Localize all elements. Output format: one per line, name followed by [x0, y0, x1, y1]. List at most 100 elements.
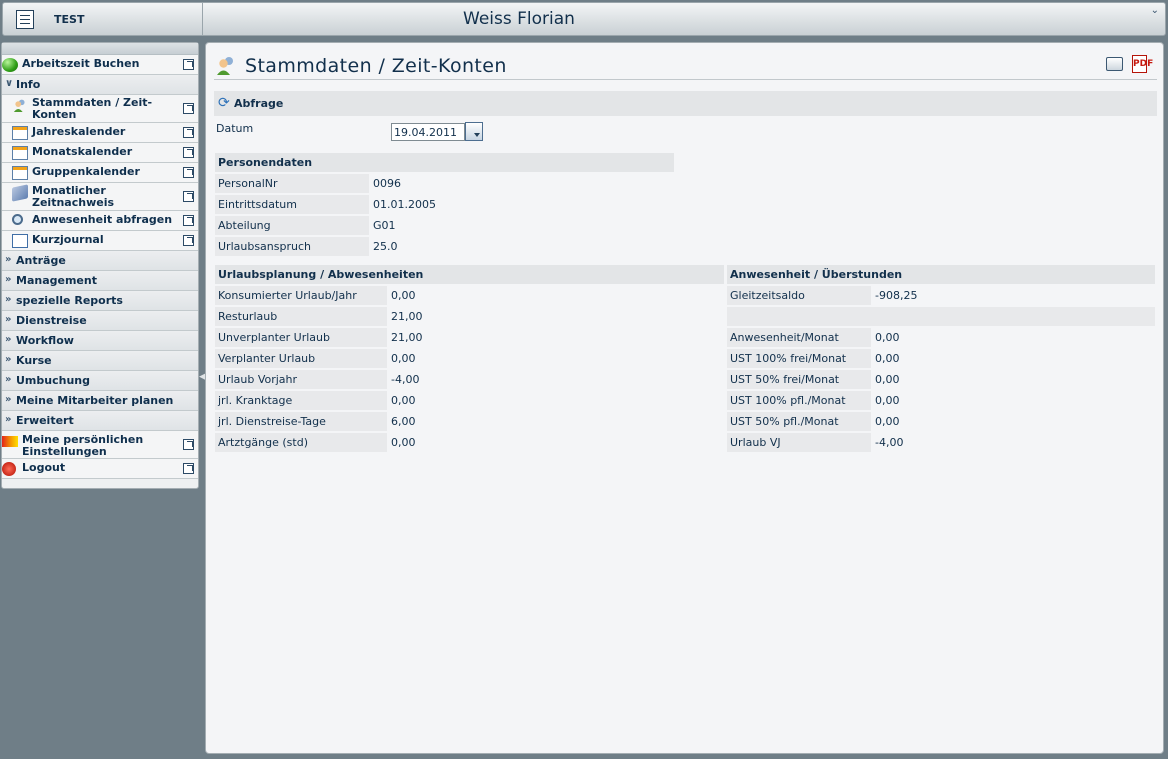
open-external-icon[interactable]	[183, 127, 194, 138]
sidebar-item-label: Gruppenkalender	[32, 165, 140, 178]
query-section-header: ⟳ Abfrage	[214, 91, 1157, 116]
sidebar-item-logout[interactable]: Logout	[2, 459, 198, 479]
open-external-icon[interactable]	[183, 191, 194, 202]
row-key: Artztgänge (std)	[215, 433, 387, 452]
open-external-icon[interactable]	[183, 235, 194, 246]
sidebar-section-spezielle-reports[interactable]: » spezielle Reports	[2, 291, 198, 311]
date-label: Datum	[216, 122, 254, 135]
sidebar-item-einstellungen[interactable]: Meine persönlichen Einstellungen	[2, 431, 198, 459]
table-row: jrl. Kranktage 0,00	[215, 391, 724, 410]
printer-icon[interactable]	[1106, 57, 1123, 71]
page-title: Stammdaten / Zeit-Konten	[245, 55, 507, 77]
table-row: PersonalNr 0096	[215, 174, 674, 193]
table-row: Eintrittsdatum 01.01.2005	[215, 195, 674, 214]
open-external-icon[interactable]	[183, 463, 194, 474]
sidebar-item-label: Stammdaten / Zeit-Konten	[32, 96, 153, 121]
chevron-right-icon: »	[5, 294, 12, 305]
open-external-icon[interactable]	[183, 147, 194, 158]
sidebar-section-workflow[interactable]: » Workflow	[2, 331, 198, 351]
personal-data-header: Personendaten	[215, 153, 674, 172]
open-external-icon[interactable]	[183, 439, 194, 450]
row-key: Urlaubsanspruch	[215, 237, 369, 256]
open-external-icon[interactable]	[183, 103, 194, 114]
table-row: Urlaubsanspruch 25.0	[215, 237, 674, 256]
sidebar-item-arbeitszeit-buchen[interactable]: Arbeitszeit Buchen	[2, 55, 198, 75]
date-picker-button[interactable]	[465, 122, 483, 141]
row-value: 0,00	[871, 349, 1155, 368]
sidebar-item-monatlicher-zeitnachweis[interactable]: Monatlicher Zeitnachweis	[2, 183, 198, 211]
app-logo-icon[interactable]	[16, 10, 34, 29]
table-row: UST 100% pfl./Monat 0,00	[727, 391, 1155, 410]
sidebar-header	[2, 43, 198, 55]
table-row: Verplanter Urlaub 0,00	[215, 349, 724, 368]
open-external-icon[interactable]	[183, 167, 194, 178]
list-icon	[12, 234, 28, 248]
sidebar-section-antraege[interactable]: » Anträge	[2, 251, 198, 271]
row-key: Unverplanter Urlaub	[215, 328, 387, 347]
chevron-right-icon: »	[5, 314, 12, 325]
row-value: 6,00	[387, 412, 724, 431]
sidebar-item-kurzjournal[interactable]: Kurzjournal	[2, 231, 198, 251]
sidebar-item-label: Monatlicher Zeitnachweis	[32, 184, 115, 209]
row-key: Resturlaub	[215, 307, 387, 326]
sidebar-section-label: Kurse	[16, 354, 52, 367]
main-panel: Stammdaten / Zeit-Konten PDF ⟳ Abfrage D…	[205, 42, 1164, 754]
sidebar-section-erweitert[interactable]: » Erweitert	[2, 411, 198, 431]
row-value: 0,00	[387, 391, 724, 410]
row-value: 25.0	[373, 240, 398, 253]
table-row: Gleitzeitsaldo -908,25	[727, 286, 1155, 305]
chevron-right-icon: »	[5, 354, 12, 365]
sidebar-section-management[interactable]: » Management	[2, 271, 198, 291]
top-bar: TEST Weiss Florian ⌄	[2, 2, 1166, 36]
sidebar-section-kurse[interactable]: » Kurse	[2, 351, 198, 371]
sidebar-item-anwesenheit-abfragen[interactable]: Anwesenheit abfragen	[2, 211, 198, 231]
calendar-icon	[12, 126, 28, 140]
row-value: 0,00	[387, 349, 724, 368]
user-group-icon	[13, 99, 25, 112]
sidebar-section-mitarbeiter-planen[interactable]: » Meine Mitarbeiter planen	[2, 391, 198, 411]
open-external-icon[interactable]	[183, 59, 194, 70]
table-row: Konsumierter Urlaub/Jahr 0,00	[215, 286, 724, 305]
row-key: Urlaub VJ	[727, 433, 871, 452]
row-value: 0,00	[387, 433, 724, 452]
sidebar: Arbeitszeit Buchen ∨ Info Stammdaten / Z…	[1, 42, 199, 489]
row-value: 21,00	[387, 307, 724, 326]
sidebar-item-stammdaten[interactable]: Stammdaten / Zeit-Konten	[2, 95, 198, 123]
chevron-right-icon: »	[5, 374, 12, 385]
app-title: TEST	[54, 13, 85, 26]
sidebar-section-label: Meine Mitarbeiter planen	[16, 394, 174, 407]
sidebar-section-label: Dienstreise	[16, 314, 87, 327]
sidebar-section-label: Umbuchung	[16, 374, 90, 387]
sidebar-section-label: Anträge	[16, 254, 66, 267]
query-section-label: Abfrage	[234, 97, 284, 110]
preferences-icon	[2, 436, 18, 447]
row-key: Abteilung	[215, 216, 369, 235]
row-value: -4,00	[387, 370, 724, 389]
sidebar-item-label: Kurzjournal	[32, 233, 104, 246]
collapse-header-icon[interactable]: ⌄	[1151, 5, 1159, 16]
sidebar-item-label: Logout	[22, 461, 66, 474]
sidebar-section-info[interactable]: ∨ Info	[2, 75, 198, 95]
row-key: Anwesenheit/Monat	[727, 328, 871, 347]
chevron-right-icon: »	[5, 274, 12, 285]
sidebar-section-label: Workflow	[16, 334, 74, 347]
chevron-right-icon: »	[5, 394, 12, 405]
row-key: Urlaub Vorjahr	[215, 370, 387, 389]
sidebar-section-dienstreise[interactable]: » Dienstreise	[2, 311, 198, 331]
search-user-icon	[12, 214, 23, 225]
open-external-icon[interactable]	[183, 215, 194, 226]
logout-icon	[2, 462, 16, 476]
sidebar-item-jahreskalender[interactable]: Jahreskalender	[2, 123, 198, 143]
date-input[interactable]	[391, 123, 465, 141]
sidebar-item-gruppenkalender[interactable]: Gruppenkalender	[2, 163, 198, 183]
refresh-icon[interactable]: ⟳	[218, 96, 230, 110]
logo-cell: TEST	[3, 3, 203, 35]
sidebar-section-umbuchung[interactable]: » Umbuchung	[2, 371, 198, 391]
row-value: 21,00	[387, 328, 724, 347]
table-row: Unverplanter Urlaub 21,00	[215, 328, 724, 347]
table-row: Abteilung G01	[215, 216, 674, 235]
pdf-icon[interactable]: PDF	[1132, 55, 1153, 73]
sidebar-item-monatskalender[interactable]: Monatskalender	[2, 143, 198, 163]
table-row: Urlaub Vorjahr -4,00	[215, 370, 724, 389]
row-value: 0,00	[871, 328, 1155, 347]
